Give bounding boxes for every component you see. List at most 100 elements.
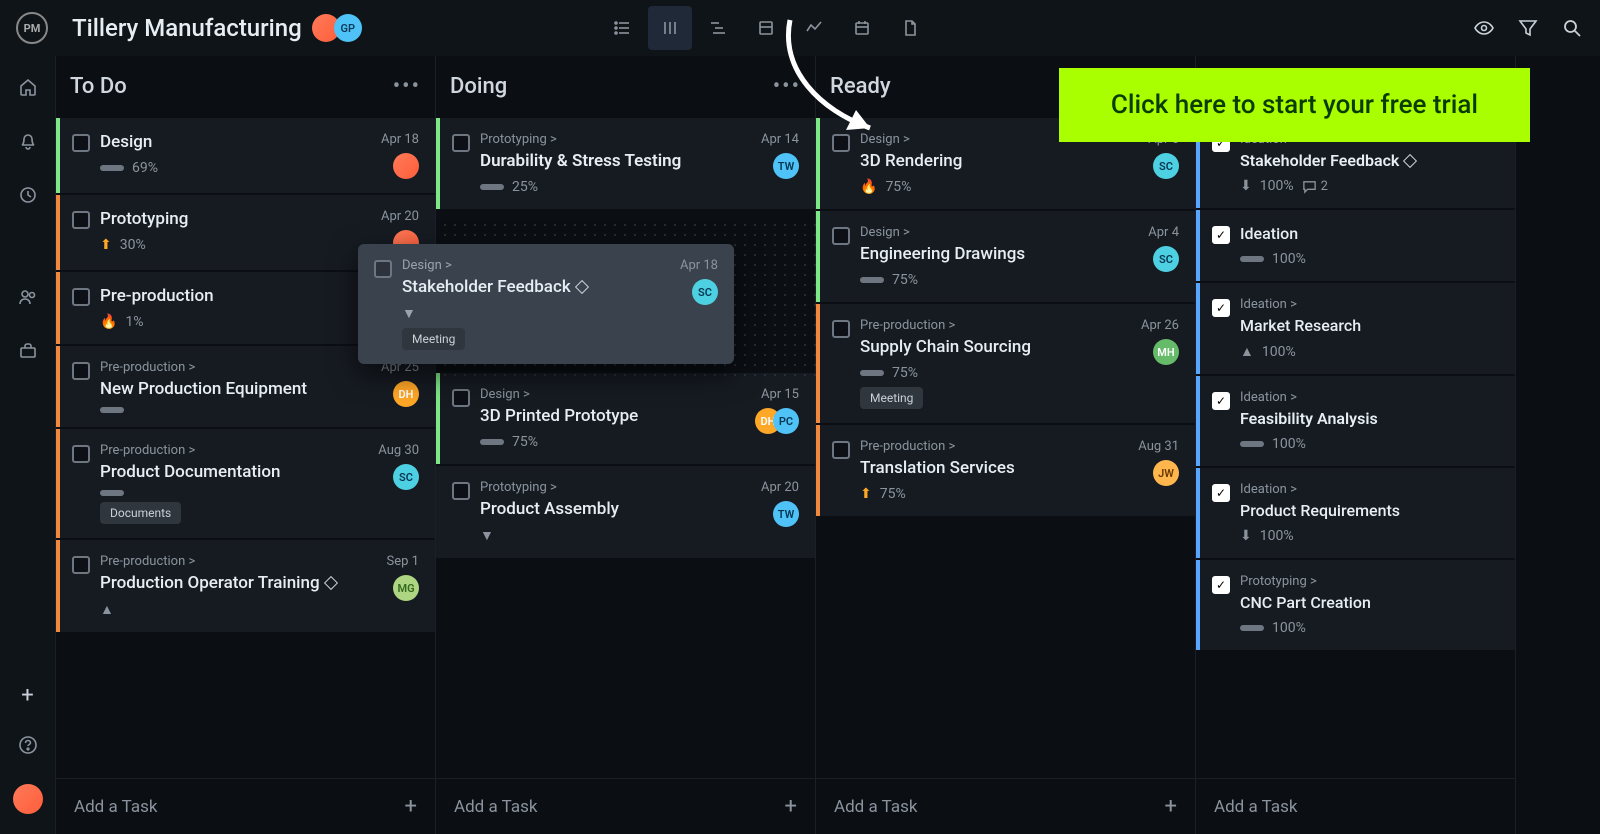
- team-icon[interactable]: [17, 286, 39, 308]
- task-breadcrumb: Design >: [480, 387, 751, 402]
- task-percent: 75%: [892, 365, 918, 381]
- task-card[interactable]: Pre-production > Supply Chain Sourcing 7…: [816, 304, 1195, 423]
- task-title: Translation Services: [860, 458, 1128, 478]
- task-date: Apr 4: [1148, 225, 1179, 240]
- task-card[interactable]: Pre-production > Production Operator Tra…: [56, 540, 435, 632]
- checkbox-icon[interactable]: [832, 320, 850, 338]
- checkbox-done-icon[interactable]: ✓: [1212, 392, 1230, 410]
- checkbox-icon[interactable]: [72, 288, 90, 306]
- task-tag[interactable]: Meeting: [402, 328, 465, 350]
- task-date: Apr 26: [1141, 318, 1179, 333]
- user-avatar-icon[interactable]: [13, 784, 43, 814]
- add-icon[interactable]: +: [17, 684, 39, 706]
- task-card[interactable]: ✓ Ideation > Feasibility Analysis 100%: [1196, 376, 1515, 466]
- member-avatars[interactable]: GP: [318, 14, 362, 42]
- assignee-avatar[interactable]: MG: [393, 575, 419, 601]
- task-card[interactable]: Pre-production > Product Documentation D…: [56, 429, 435, 538]
- assignee-avatar[interactable]: [393, 153, 419, 179]
- column-title: Doing: [450, 74, 507, 99]
- checkbox-icon[interactable]: [374, 260, 392, 278]
- task-title: Prototyping: [100, 209, 371, 229]
- checkbox-icon[interactable]: [452, 134, 470, 152]
- priority-hot-icon: 🔥: [100, 314, 117, 330]
- project-title: Tillery Manufacturing: [72, 14, 302, 42]
- callout-arrow-icon: [770, 10, 930, 150]
- task-card[interactable]: Design > Engineering Drawings 75% Apr 4S…: [816, 211, 1195, 302]
- task-card[interactable]: Pre-production > Translation Services ⬆7…: [816, 425, 1195, 516]
- task-card[interactable]: Prototyping > Product Assembly ▼ Apr 20T…: [436, 466, 815, 558]
- checkbox-icon[interactable]: [452, 482, 470, 500]
- task-card[interactable]: ✓ Ideation > Product Requirements ⬇100%: [1196, 468, 1515, 558]
- checkbox-icon[interactable]: [72, 445, 90, 463]
- checkbox-done-icon[interactable]: ✓: [1212, 226, 1230, 244]
- add-task-button[interactable]: Add a Task+: [816, 778, 1195, 834]
- checkbox-icon[interactable]: [72, 556, 90, 574]
- home-icon[interactable]: [17, 76, 39, 98]
- assignee-avatar[interactable]: DH: [393, 381, 419, 407]
- list-view-icon[interactable]: [600, 6, 644, 50]
- checkbox-icon[interactable]: [832, 227, 850, 245]
- task-card[interactable]: ✓ Ideation 100%: [1196, 210, 1515, 281]
- assignee-avatar[interactable]: SC: [1153, 153, 1179, 179]
- gantt-view-icon[interactable]: [696, 6, 740, 50]
- search-icon[interactable]: [1560, 16, 1584, 40]
- task-percent: 100%: [1272, 251, 1306, 267]
- task-percent: 75%: [885, 179, 911, 195]
- add-task-button[interactable]: Add a Task+: [56, 778, 435, 834]
- avatar-gp[interactable]: GP: [334, 14, 362, 42]
- task-card[interactable]: ✓ Prototyping > CNC Part Creation 100%: [1196, 560, 1515, 650]
- collapse-icon[interactable]: ▲: [1240, 343, 1254, 360]
- checkbox-icon[interactable]: [72, 362, 90, 380]
- assignee-avatar[interactable]: JW: [1153, 460, 1179, 486]
- task-percent: 75%: [880, 486, 906, 502]
- add-task-button[interactable]: Add a Task+: [436, 778, 815, 834]
- cta-banner[interactable]: Click here to start your free trial: [1059, 68, 1530, 142]
- task-card[interactable]: Design > 3D Printed Prototype 75% Apr 15…: [436, 373, 815, 464]
- recent-icon[interactable]: [17, 184, 39, 206]
- expand-icon[interactable]: ▼: [480, 527, 494, 544]
- priority-hot-icon: 🔥: [860, 179, 877, 195]
- assignee-avatar[interactable]: SC: [692, 279, 718, 305]
- checkbox-icon[interactable]: [452, 389, 470, 407]
- dragging-card[interactable]: Design > Stakeholder Feedback ▼ Meeting …: [358, 244, 734, 364]
- assignee-avatar[interactable]: MH: [1153, 339, 1179, 365]
- checkbox-icon[interactable]: [832, 441, 850, 459]
- board-view-icon[interactable]: [648, 6, 692, 50]
- task-title: Product Documentation: [100, 462, 368, 482]
- task-card[interactable]: Design 69% Apr 18: [56, 118, 435, 193]
- plus-icon: +: [1165, 794, 1177, 819]
- assignee-avatar[interactable]: SC: [393, 464, 419, 490]
- filter-icon[interactable]: [1516, 16, 1540, 40]
- assignee-avatar[interactable]: TW: [773, 501, 799, 527]
- task-card[interactable]: ✓ Ideation > Market Research ▲100%: [1196, 283, 1515, 374]
- help-icon[interactable]: [17, 734, 39, 756]
- column-title: To Do: [70, 74, 127, 99]
- checkbox-icon[interactable]: [72, 211, 90, 229]
- app-logo[interactable]: PM: [16, 12, 48, 44]
- progress-icon: [480, 439, 504, 445]
- add-task-button[interactable]: Add a Task: [1196, 778, 1515, 834]
- visibility-icon[interactable]: [1472, 16, 1496, 40]
- briefcase-icon[interactable]: [17, 340, 39, 362]
- checkbox-done-icon[interactable]: ✓: [1212, 576, 1230, 594]
- checkbox-done-icon[interactable]: ✓: [1212, 299, 1230, 317]
- comments-icon[interactable]: 2: [1302, 179, 1328, 194]
- assignee-avatar[interactable]: TW: [773, 153, 799, 179]
- column-menu-icon[interactable]: •••: [393, 74, 421, 99]
- checkbox-icon[interactable]: [72, 134, 90, 152]
- collapse-icon[interactable]: ▲: [100, 601, 114, 618]
- bell-icon[interactable]: [17, 130, 39, 152]
- task-percent: 25%: [512, 179, 538, 195]
- task-card[interactable]: Prototyping > Durability & Stress Testin…: [436, 118, 815, 209]
- task-date: Aug 30: [378, 443, 419, 458]
- task-tag[interactable]: Documents: [100, 502, 181, 524]
- task-title: Ideation: [1240, 224, 1499, 243]
- expand-icon[interactable]: ▼: [402, 305, 416, 322]
- task-tag[interactable]: Meeting: [860, 387, 923, 409]
- task-percent: 100%: [1260, 528, 1294, 544]
- task-title: 3D Printed Prototype: [480, 406, 751, 426]
- assignee-avatar[interactable]: SC: [1153, 246, 1179, 272]
- assignee-avatar[interactable]: PC: [773, 408, 799, 434]
- task-percent: 30%: [120, 237, 146, 253]
- checkbox-done-icon[interactable]: ✓: [1212, 484, 1230, 502]
